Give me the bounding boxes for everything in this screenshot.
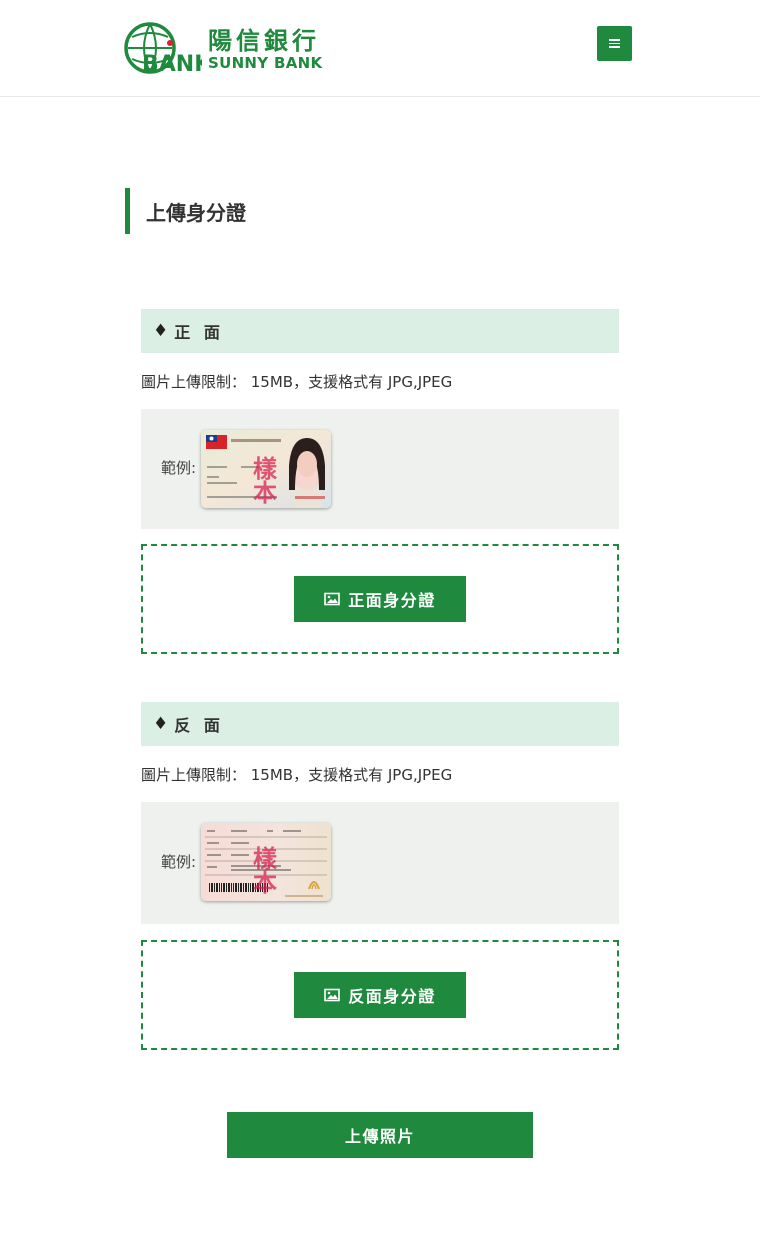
diamond-icon: ♦: [153, 714, 169, 734]
front-example-label: 範例:: [161, 459, 197, 477]
bank-emblem-icon: BANK: [124, 22, 202, 75]
hamburger-icon: [609, 39, 620, 41]
image-icon: [324, 988, 341, 1002]
upload-photos-label: 上傳照片: [344, 1127, 415, 1146]
upload-photos-button[interactable]: 上傳照片: [227, 1112, 533, 1158]
upload-front-id-button[interactable]: 正面身分證: [294, 576, 466, 622]
front-upload-limit-text: 圖片上傳限制： 15MB，支援格式有 JPG,JPEG: [141, 373, 453, 391]
front-upload-zone[interactable]: 正面身分證: [141, 544, 619, 654]
front-example-box: 範例: 樣本: [141, 409, 619, 529]
back-section-heading: ♦ 反 面: [141, 702, 619, 746]
front-section-heading: ♦ 正 面: [141, 309, 619, 353]
sunny-bank-logo[interactable]: BANK 陽信銀行 SUNNY BANK: [124, 20, 329, 76]
page-title: 上傳身分證: [146, 200, 246, 225]
back-heading-label: 反 面: [174, 716, 224, 735]
diamond-icon: ♦: [153, 321, 169, 341]
site-header: BANK 陽信銀行 SUNNY BANK: [0, 0, 760, 97]
front-sample-stamp: 樣本: [249, 455, 278, 504]
back-upload-zone[interactable]: 反面身分證: [141, 940, 619, 1050]
front-id-sample-image: 樣本: [201, 430, 331, 508]
front-heading-label: 正 面: [174, 323, 224, 342]
upload-front-label: 正面身分證: [348, 591, 436, 610]
back-example-box: 範例: 樣本: [141, 802, 619, 924]
image-icon: [324, 592, 341, 606]
back-example-label: 範例:: [161, 853, 197, 871]
bank-name-en: SUNNY BANK: [208, 54, 323, 72]
upload-back-label: 反面身分證: [348, 987, 436, 1006]
page-title-block: 上傳身分證: [125, 188, 246, 234]
upload-back-id-button[interactable]: 反面身分證: [294, 972, 466, 1018]
back-id-sample-image: 樣本: [201, 823, 331, 901]
menu-button[interactable]: [597, 26, 632, 61]
emblem-bank-text: BANK: [142, 52, 202, 75]
back-upload-limit-text: 圖片上傳限制： 15MB，支援格式有 JPG,JPEG: [141, 766, 453, 784]
bank-name-zh: 陽信銀行: [208, 26, 320, 55]
back-sample-stamp: 樣本: [249, 845, 278, 894]
